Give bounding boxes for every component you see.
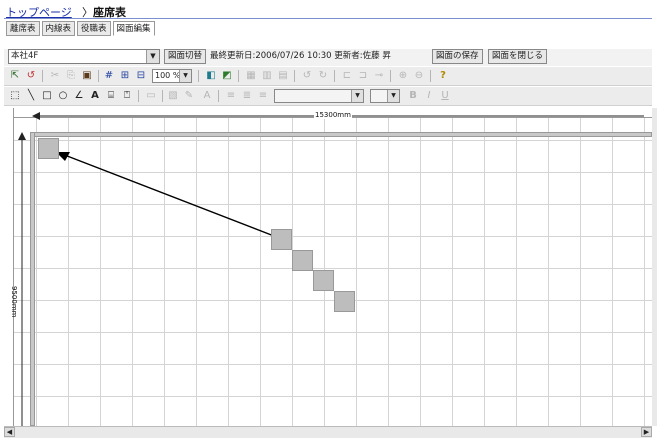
- dimension-arrow-left-icon: [32, 112, 40, 120]
- toolbar-separator: [238, 70, 239, 82]
- toolbar-separator: [390, 70, 391, 82]
- text-tool-icon[interactable]: A: [88, 89, 102, 103]
- floor-bar: 本社4F ▼ 図面切替 最終更新日:2006/07/26 10:30 更新者:佐…: [4, 49, 652, 66]
- close-layout-button[interactable]: 図面を閉じる: [488, 49, 548, 64]
- dimension-label-width: 15300mm: [314, 111, 352, 119]
- link-icon[interactable]: ⊸: [372, 69, 386, 83]
- toolbar-separator: [218, 90, 219, 102]
- help-icon[interactable]: ?: [436, 69, 450, 83]
- grid-icon[interactable]: #: [102, 69, 116, 83]
- align-icon[interactable]: ⊏: [340, 69, 354, 83]
- vertical-scrollbar[interactable]: [652, 108, 657, 426]
- ellipse-tool-icon[interactable]: ○: [56, 89, 70, 103]
- line-color-icon[interactable]: ✎: [182, 89, 196, 103]
- floor-select[interactable]: 本社4F ▼: [8, 49, 160, 64]
- grid-settings-icon[interactable]: ⊞: [118, 69, 132, 83]
- undo-icon[interactable]: ↺: [24, 69, 38, 83]
- toolbar-separator: [162, 90, 163, 102]
- rotate-left-icon[interactable]: ↺: [300, 69, 314, 83]
- switch-layout-button[interactable]: 図面切替: [164, 49, 207, 64]
- grid-snap-icon[interactable]: ⊟: [134, 69, 148, 83]
- properties-icon[interactable]: ▭: [144, 89, 158, 103]
- tab-absence[interactable]: 離席表: [6, 21, 40, 36]
- underline-icon[interactable]: U: [438, 89, 452, 103]
- floor-canvas[interactable]: 15300mm 9500mm: [4, 108, 652, 426]
- align-left-icon[interactable]: ≡: [224, 89, 238, 103]
- tab-extension[interactable]: 内線表: [41, 21, 76, 36]
- tab-position[interactable]: 役職表: [77, 21, 111, 36]
- horizontal-scrollbar[interactable]: ◀ ▶: [4, 426, 652, 438]
- move-arrow-line: [61, 153, 275, 237]
- paste-icon[interactable]: ▣: [80, 69, 94, 83]
- chevron-down-icon: ▼: [146, 50, 159, 63]
- dimension-label-height: 9500mm: [10, 286, 18, 318]
- seat-block[interactable]: [334, 291, 355, 312]
- copy-icon[interactable]: ⎘: [64, 69, 78, 83]
- bold-icon[interactable]: B: [406, 89, 420, 103]
- header-divider: [4, 18, 652, 19]
- seat-tool-icon[interactable]: ⌸: [104, 89, 118, 103]
- seat-block-moved[interactable]: [38, 138, 59, 159]
- tab-bar: 離席表 内線表 役職表 図面編集: [6, 21, 155, 37]
- seat-block[interactable]: [313, 270, 334, 291]
- tab-layout-edit[interactable]: 図面編集: [112, 21, 155, 36]
- font-size-select[interactable]: ▼: [370, 89, 400, 103]
- layer-icon[interactable]: ◧: [204, 69, 218, 83]
- line-tool-icon[interactable]: ╲: [24, 89, 38, 103]
- fill-color-icon[interactable]: ▧: [166, 89, 180, 103]
- ungroup-icon[interactable]: ▥: [260, 69, 274, 83]
- draw-toolbar: ⬚ ╲ □ ○ ∠ A ⌸ ⍞ ▭ ▧ ✎ A ≡ ≣ ≡ ▼ ▼ B I U: [4, 87, 652, 106]
- scroll-left-icon[interactable]: ◀: [4, 427, 15, 437]
- select-arrow-icon[interactable]: ⇱: [8, 69, 22, 83]
- toolbar-separator: [430, 70, 431, 82]
- zoom-select[interactable]: 100 % ▼: [152, 69, 192, 83]
- distribute-icon[interactable]: ⊐: [356, 69, 370, 83]
- wall-left[interactable]: [30, 132, 35, 426]
- toolbar-separator: [198, 70, 199, 82]
- order-icon[interactable]: ▤: [276, 69, 290, 83]
- toolbar-separator: [294, 70, 295, 82]
- chevron-down-icon: ▼: [387, 90, 399, 102]
- seat-block[interactable]: [271, 229, 292, 250]
- italic-icon[interactable]: I: [422, 89, 436, 103]
- toolbar-separator: [42, 70, 43, 82]
- toolbar-separator: [98, 70, 99, 82]
- align-center-icon[interactable]: ≣: [240, 89, 254, 103]
- save-layout-button[interactable]: 図面の保存: [432, 49, 483, 64]
- chevron-down-icon: ▼: [179, 70, 191, 82]
- font-name-select[interactable]: ▼: [274, 89, 364, 103]
- rotate-right-icon[interactable]: ↻: [316, 69, 330, 83]
- align-right-icon[interactable]: ≡: [256, 89, 270, 103]
- toolbar-separator: [334, 70, 335, 82]
- zoom-out-icon[interactable]: ⊖: [412, 69, 426, 83]
- polyline-tool-icon[interactable]: ∠: [72, 89, 86, 103]
- header: トップページ 〉 座席表: [0, 0, 657, 20]
- select-tool-icon[interactable]: ⬚: [8, 89, 22, 103]
- toolbar-separator: [138, 90, 139, 102]
- zoom-in-icon[interactable]: ⊕: [396, 69, 410, 83]
- wall-top[interactable]: [30, 132, 652, 137]
- cut-icon[interactable]: ✂: [48, 69, 62, 83]
- seat-block[interactable]: [292, 250, 313, 271]
- zoom-value: 100 %: [155, 71, 181, 80]
- dimension-lines: [18, 112, 644, 426]
- floor-select-value: 本社4F: [11, 51, 39, 61]
- map-icon[interactable]: ◩: [220, 69, 234, 83]
- chevron-down-icon: ▼: [351, 90, 363, 102]
- rect-tool-icon[interactable]: □: [40, 89, 54, 103]
- edit-toolbar: ⇱ ↺ ✂ ⎘ ▣ # ⊞ ⊟ 100 % ▼ ◧ ◩ ▦ ▥ ▤ ↺ ↻ ⊏ …: [4, 67, 652, 86]
- group-icon[interactable]: ▦: [244, 69, 258, 83]
- scroll-right-icon[interactable]: ▶: [641, 427, 652, 437]
- image-tool-icon[interactable]: ⍞: [120, 89, 134, 103]
- font-color-icon[interactable]: A: [200, 89, 214, 103]
- dimension-arrow-up-icon: [18, 132, 26, 140]
- last-update-info: 最終更新日:2006/07/26 10:30 更新者:佐藤 昇: [210, 51, 391, 61]
